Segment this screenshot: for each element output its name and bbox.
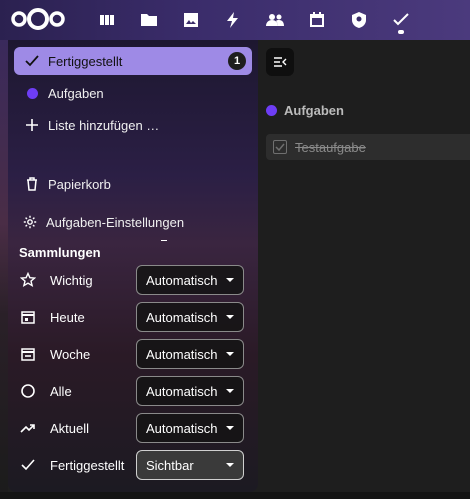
collection-label: Aktuell bbox=[50, 420, 90, 436]
collection-label: Alle bbox=[50, 383, 72, 399]
chevron-down-icon bbox=[226, 389, 234, 393]
sidebar-item-settings[interactable]: Aufgaben-Einstellungen bbox=[14, 208, 252, 236]
check-icon bbox=[275, 143, 285, 152]
visibility-select[interactable]: Automatisch bbox=[136, 302, 244, 332]
navigation-toggle-button[interactable] bbox=[266, 48, 294, 76]
collection-label: Heute bbox=[50, 309, 85, 325]
chevron-down-icon bbox=[226, 463, 234, 467]
calendar-today-icon bbox=[18, 307, 38, 327]
sidebar-item-trash[interactable]: Papierkorb bbox=[14, 170, 252, 198]
sidebar-item-label: Aufgaben bbox=[48, 85, 104, 101]
visibility-select[interactable]: Automatisch bbox=[136, 376, 244, 406]
collection-label: Fertiggestellt bbox=[50, 457, 125, 473]
collection-row-important: Wichtig Automatisch bbox=[18, 264, 254, 296]
collection-row-current: Aktuell Automatisch bbox=[18, 412, 254, 444]
list-heading: Aufgaben bbox=[266, 103, 344, 118]
activity-icon[interactable] bbox=[212, 0, 254, 40]
task-title[interactable]: Testaufgabe bbox=[295, 140, 366, 155]
menu-close-icon bbox=[274, 57, 287, 67]
visibility-select[interactable]: Automatisch bbox=[136, 339, 244, 369]
resize-handle[interactable] bbox=[161, 240, 167, 241]
select-value: Sichtbar bbox=[146, 457, 194, 473]
sidebar-item-add-list[interactable]: Liste hinzufügen … bbox=[14, 111, 252, 139]
collections-title: Sammlungen bbox=[19, 245, 101, 260]
list-color-dot bbox=[24, 87, 40, 99]
sidebar-item-completed[interactable]: Fertiggestellt 1 bbox=[14, 47, 252, 75]
collection-row-week: Woche Automatisch bbox=[18, 338, 254, 370]
nextcloud-logo[interactable] bbox=[10, 6, 66, 32]
tasks-icon[interactable] bbox=[380, 0, 422, 40]
count-badge: 1 bbox=[228, 52, 246, 70]
select-value: Automatisch bbox=[146, 420, 218, 436]
visibility-select[interactable]: Sichtbar bbox=[136, 450, 244, 480]
select-value: Automatisch bbox=[146, 346, 218, 362]
task-row[interactable]: Testaufgabe bbox=[266, 134, 470, 160]
background-strip bbox=[0, 40, 8, 499]
collection-row-today: Heute Automatisch bbox=[18, 301, 254, 333]
circle-icon bbox=[18, 381, 38, 401]
photos-icon[interactable] bbox=[170, 0, 212, 40]
bottom-edge bbox=[0, 492, 470, 499]
plus-icon bbox=[24, 118, 40, 132]
chevron-down-icon bbox=[226, 278, 234, 282]
trending-up-icon bbox=[18, 418, 38, 438]
collection-row-completed: Fertiggestellt Sichtbar bbox=[18, 449, 254, 481]
chevron-down-icon bbox=[226, 352, 234, 356]
chevron-down-icon bbox=[226, 426, 234, 430]
files-icon[interactable] bbox=[128, 0, 170, 40]
list-title: Aufgaben bbox=[284, 103, 344, 118]
collection-row-all: Alle Automatisch bbox=[18, 375, 254, 407]
task-checkbox[interactable] bbox=[273, 140, 287, 154]
visibility-select[interactable]: Automatisch bbox=[136, 413, 244, 443]
star-icon bbox=[18, 270, 38, 290]
select-value: Automatisch bbox=[146, 272, 218, 288]
visibility-select[interactable]: Automatisch bbox=[136, 265, 244, 295]
dashboard-icon[interactable] bbox=[86, 0, 128, 40]
sidebar-item-label: Papierkorb bbox=[48, 176, 111, 192]
check-icon bbox=[18, 455, 38, 475]
app-navigation: Fertiggestellt 1 Aufgaben Liste hinzufüg… bbox=[8, 40, 258, 492]
calendar-week-icon bbox=[18, 344, 38, 364]
sidebar-item-label: Fertiggestellt bbox=[48, 53, 123, 69]
gear-icon bbox=[22, 215, 38, 229]
collection-label: Wichtig bbox=[50, 272, 93, 288]
select-value: Automatisch bbox=[146, 309, 218, 325]
check-icon bbox=[24, 54, 40, 68]
list-color-dot bbox=[266, 105, 277, 116]
deck-icon[interactable] bbox=[338, 0, 380, 40]
contacts-icon[interactable] bbox=[254, 0, 296, 40]
app-content: Aufgaben Testaufgabe bbox=[258, 40, 470, 499]
sidebar-item-label: Liste hinzufügen … bbox=[48, 117, 160, 133]
sidebar-item-label: Aufgaben-Einstellungen bbox=[46, 214, 185, 230]
top-header bbox=[0, 0, 470, 40]
trash-icon bbox=[24, 177, 40, 191]
chevron-down-icon bbox=[226, 315, 234, 319]
calendar-icon[interactable] bbox=[296, 0, 338, 40]
collection-label: Woche bbox=[50, 346, 91, 362]
sidebar-item-aufgaben[interactable]: Aufgaben bbox=[14, 79, 252, 107]
select-value: Automatisch bbox=[146, 383, 218, 399]
